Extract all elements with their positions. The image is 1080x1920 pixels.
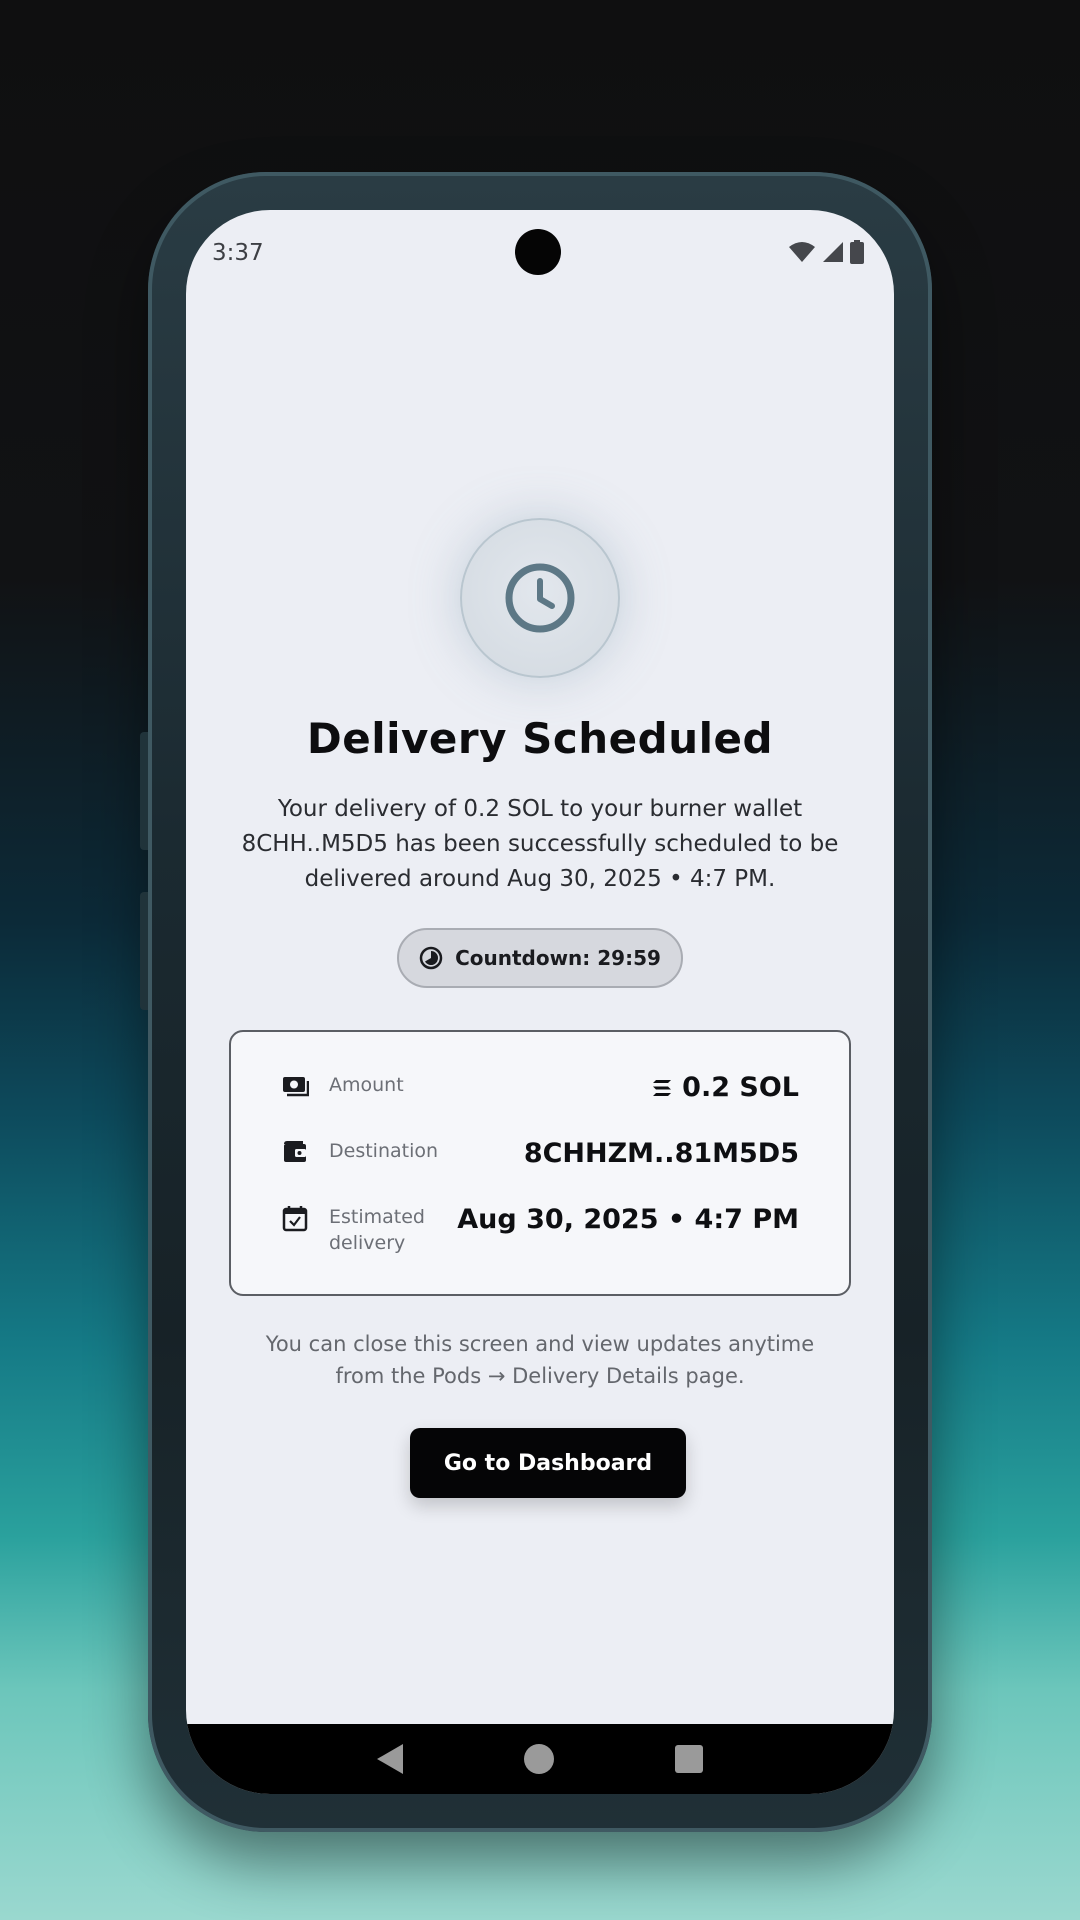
countdown-badge: Countdown: 29:59: [397, 928, 683, 988]
confirmation-content: Delivery Scheduled Your delivery of 0.2 …: [186, 210, 894, 1728]
detail-row-estimated-delivery: Estimated delivery Aug 30, 2025 • 4:7 PM: [281, 1204, 799, 1256]
solana-icon: [653, 1079, 672, 1096]
clock-badge: [460, 518, 620, 678]
delivery-description: Your delivery of 0.2 SOL to your burner …: [241, 796, 839, 892]
recent-apps-icon[interactable]: [675, 1745, 704, 1773]
detail-row-amount: Amount 0.2 SOL: [281, 1072, 799, 1103]
cash-icon: [283, 1077, 309, 1097]
clock-icon: [505, 563, 575, 633]
calendar-check-icon: [282, 1206, 308, 1232]
detail-label: Destination: [329, 1140, 439, 1162]
page-title: Delivery Scheduled: [306, 714, 774, 763]
delivery-details-card: Amount 0.2 SOL Destination 8CHHZM..81M5D…: [229, 1030, 851, 1296]
detail-label: Estimated delivery: [329, 1206, 425, 1254]
destination-value: 8CHHZM..81M5D5: [523, 1138, 799, 1169]
home-icon[interactable]: [523, 1744, 554, 1774]
countdown-label: Countdown: 29:59: [455, 946, 661, 970]
detail-label: Amount: [329, 1074, 404, 1096]
wallet-icon: [284, 1141, 306, 1162]
amount-value: 0.2 SOL: [682, 1072, 799, 1103]
go-to-dashboard-button[interactable]: Go to Dashboard: [410, 1428, 686, 1498]
power-button: [140, 892, 148, 1010]
estimated-delivery-value: Aug 30, 2025 • 4:7 PM: [457, 1204, 799, 1235]
back-icon[interactable]: [376, 1744, 403, 1774]
detail-row-destination: Destination 8CHHZM..81M5D5: [281, 1138, 799, 1169]
system-nav-bar: [186, 1724, 894, 1794]
volume-button: [140, 732, 148, 850]
detail-value: 0.2 SOL: [652, 1072, 799, 1103]
phone-frame: 3:37 Delivery Scheduled Your delivery of…: [140, 172, 932, 1832]
phone-screen: 3:37 Delivery Scheduled Your delivery of…: [186, 210, 894, 1794]
info-note: You can close this screen and view updat…: [265, 1332, 815, 1388]
timer-icon: [419, 946, 443, 970]
